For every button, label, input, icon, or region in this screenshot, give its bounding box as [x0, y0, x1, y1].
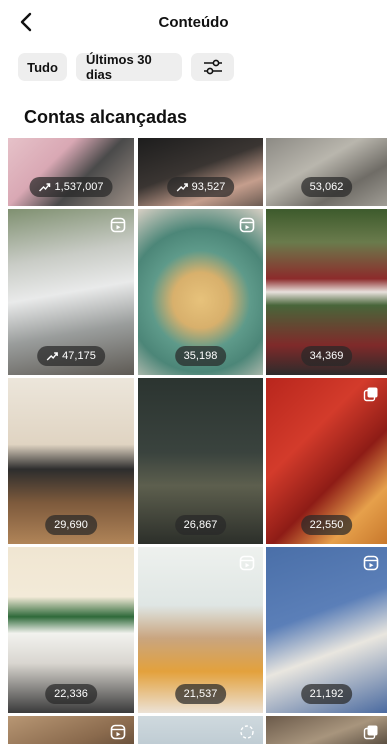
post-thumbnail[interactable]: 21,192 — [266, 547, 387, 713]
reach-count: 21,192 — [309, 688, 344, 700]
reach-count: 29,690 — [54, 519, 88, 531]
reach-badge: 26,867 — [174, 515, 227, 535]
section-title: Contas alcançadas — [24, 107, 188, 127]
reels-icon — [110, 217, 126, 233]
reach-count: 22,336 — [54, 688, 88, 700]
post-thumbnail[interactable]: 21,537 — [138, 547, 263, 713]
content-grid: 1,537,007 93,527 53,062 47,175 35,198 34… — [8, 138, 387, 744]
reels-icon — [363, 555, 379, 571]
filter-options-button[interactable] — [191, 53, 234, 81]
reach-badge: 21,537 — [174, 684, 227, 704]
carousel-icon — [363, 725, 378, 740]
post-thumbnail[interactable]: 35,198 — [138, 209, 263, 375]
reels-icon — [110, 724, 126, 740]
reach-count: 34,369 — [309, 350, 344, 362]
reach-badge: 29,690 — [45, 515, 97, 535]
trending-up-icon — [46, 352, 58, 361]
reach-count: 53,062 — [309, 181, 344, 193]
filter-period-button[interactable]: Últimos 30 dias — [76, 52, 182, 82]
loading-spinner-icon — [240, 725, 254, 739]
trending-up-icon — [176, 183, 188, 192]
reach-count: 26,867 — [183, 519, 218, 531]
post-thumbnail[interactable]: 22,550 — [266, 378, 387, 544]
reach-count: 21,537 — [183, 688, 218, 700]
filter-bar: Tudo Últimos 30 dias — [18, 52, 234, 82]
reels-icon — [239, 217, 255, 233]
reach-badge: 22,550 — [300, 515, 353, 535]
reach-count: 47,175 — [62, 350, 96, 362]
reach-badge: 93,527 — [166, 177, 235, 197]
reach-count: 1,537,007 — [54, 181, 104, 193]
post-thumbnail[interactable]: 26,867 — [138, 378, 263, 544]
reach-count: 93,527 — [191, 181, 226, 193]
top-bar: Conteúdo — [0, 0, 387, 44]
trending-up-icon — [39, 183, 51, 192]
reach-badge: 35,198 — [174, 346, 227, 366]
reach-badge: 34,369 — [300, 346, 353, 366]
post-thumbnail[interactable]: 1,537,007 — [8, 138, 134, 206]
post-thumbnail[interactable] — [8, 716, 134, 744]
filter-all-button[interactable]: Tudo — [18, 53, 67, 81]
reach-badge: 47,175 — [37, 346, 105, 366]
reach-badge: 1,537,007 — [29, 177, 113, 197]
reels-icon — [239, 555, 255, 571]
post-thumbnail[interactable]: 29,690 — [8, 378, 134, 544]
reach-badge: 21,192 — [300, 684, 353, 704]
reach-badge: 53,062 — [300, 177, 353, 197]
carousel-icon — [363, 387, 378, 402]
reach-badge: 22,336 — [45, 684, 97, 704]
post-thumbnail[interactable] — [138, 716, 263, 744]
post-thumbnail[interactable]: 47,175 — [8, 209, 134, 375]
post-thumbnail[interactable]: 22,336 — [8, 547, 134, 713]
reach-count: 35,198 — [183, 350, 218, 362]
post-thumbnail[interactable]: 34,369 — [266, 209, 387, 375]
page-title: Conteúdo — [158, 14, 229, 31]
post-thumbnail[interactable] — [266, 716, 387, 744]
post-thumbnail[interactable]: 53,062 — [266, 138, 387, 206]
post-thumbnail[interactable]: 93,527 — [138, 138, 263, 206]
reach-count: 22,550 — [309, 519, 344, 531]
sliders-icon — [203, 59, 222, 75]
